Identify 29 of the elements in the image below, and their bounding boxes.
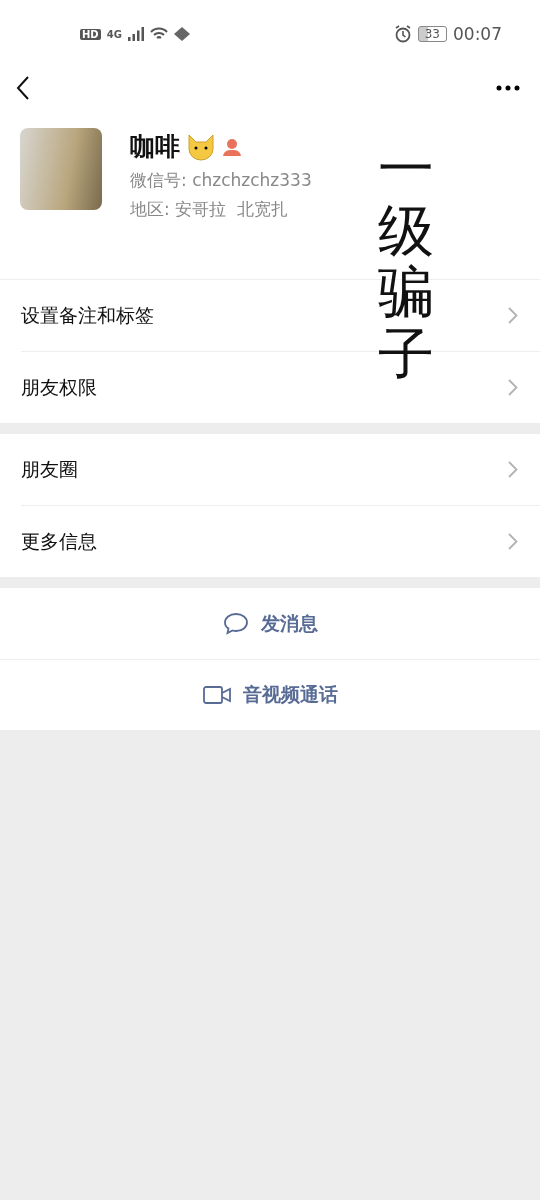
clock-time: 00:07 xyxy=(453,24,502,44)
speech-bubble-icon xyxy=(222,611,249,636)
battery-level: 33 xyxy=(417,26,447,42)
menu-item[interactable]: 朋友圈 xyxy=(21,456,78,483)
chevron-icon xyxy=(508,533,518,550)
diamond-icon xyxy=(173,27,190,41)
more-button[interactable] xyxy=(496,85,520,91)
chevron-icon xyxy=(508,307,518,324)
call-button[interactable]: 音视频通话 xyxy=(0,659,540,730)
region-text: 地区: 安哥拉 北宽扎 xyxy=(130,198,289,221)
menu-item[interactable]: 朋友权限 xyxy=(21,374,97,401)
chevron-icon xyxy=(508,379,518,396)
cat-face-icon xyxy=(186,132,216,161)
signal-icon xyxy=(127,27,144,41)
hd-icon: HD xyxy=(80,28,101,40)
wechat-id: 微信号: chzchzchz333 xyxy=(130,169,312,192)
message-button[interactable]: 发消息 xyxy=(0,588,540,659)
menu-item[interactable]: 更多信息 xyxy=(21,528,97,555)
avatar-photo-placeholder[interactable] xyxy=(20,128,102,210)
chevron-icon xyxy=(508,461,518,478)
back-button[interactable] xyxy=(16,76,30,100)
handwritten-annotation: 一级骗子 xyxy=(378,138,434,385)
network-type: 4G xyxy=(106,28,122,40)
person-icon xyxy=(222,136,242,157)
wifi-icon xyxy=(149,27,168,41)
video-camera-icon xyxy=(202,686,231,704)
contact-name: 咖啡 xyxy=(130,131,180,163)
alarm-clock-icon xyxy=(393,25,412,43)
menu-item[interactable]: 设置备注和标签 xyxy=(21,302,154,329)
